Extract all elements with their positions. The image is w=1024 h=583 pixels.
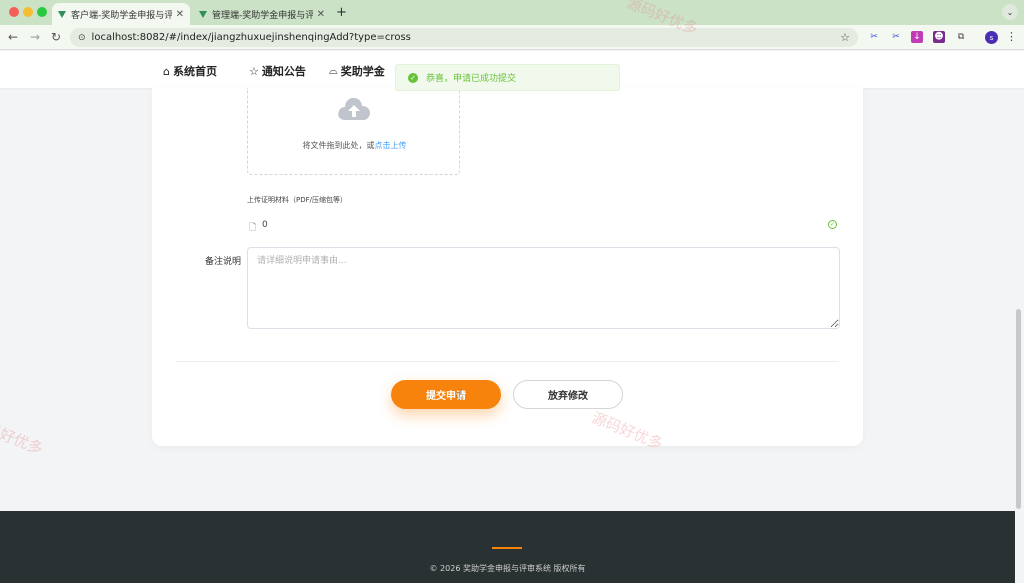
back-arrow-icon[interactable]: ← <box>8 30 18 44</box>
home-icon: ⌂ <box>163 64 170 78</box>
watermark: 源码好优多 <box>0 413 46 459</box>
close-tab-icon[interactable]: ✕ <box>317 9 325 20</box>
remark-textarea[interactable] <box>247 247 840 329</box>
extensions-puzzle-icon[interactable]: ⧉ <box>955 31 967 43</box>
footer-accent-line <box>492 547 522 549</box>
bag-icon: ⌓ <box>329 64 338 77</box>
toast-message: 恭喜，申请已成功提交 <box>426 74 517 84</box>
browser-tab-client[interactable]: 客户端-奖助学金申报与评审系统 ✕ <box>52 3 190 25</box>
nav-item-scholarship[interactable]: ⌓ 奖助学金 <box>329 63 385 79</box>
maximize-window-button[interactable] <box>37 7 47 17</box>
browser-tab-bar: 客户端-奖助学金申报与评审系统 ✕ 管理端-奖助学金申报与评审系统 ✕ + ⌄ <box>0 0 1024 25</box>
hand-cursor-icon: ☝ <box>456 387 464 401</box>
click-upload-link[interactable]: 点击上传 <box>375 141 407 150</box>
close-window-button[interactable] <box>9 7 19 17</box>
reload-icon[interactable]: ↻ <box>51 30 61 44</box>
bookmark-star-icon[interactable]: ☆ <box>840 31 850 44</box>
extension-cut-icon[interactable]: ✂ <box>890 31 902 43</box>
page-scrollbar[interactable] <box>1016 309 1021 509</box>
divider <box>176 361 839 362</box>
copyright-text: © 2026 奖助学金申报与评审系统 版权所有 <box>429 564 586 573</box>
profile-avatar[interactable]: s <box>985 31 998 44</box>
extension-scissors-icon[interactable]: ✂ <box>868 31 880 43</box>
cancel-button[interactable]: 放弃修改 <box>513 380 623 409</box>
vue-logo-icon <box>199 10 207 18</box>
browser-toolbar: ← → ↻ ⊙ localhost:8082/#/index/jiangzhux… <box>0 25 1024 50</box>
url-text[interactable]: localhost:8082/#/index/jiangzhuxuejinshe… <box>92 32 841 43</box>
upload-success-icon: ✓ <box>828 220 837 229</box>
success-check-icon: ✓ <box>408 72 418 83</box>
uploaded-file-item[interactable]: 🗋 0 ✓ <box>247 219 839 233</box>
tab-search-chevron-icon[interactable]: ⌄ <box>1002 4 1018 20</box>
new-tab-button[interactable]: + <box>336 5 347 20</box>
browser-menu-icon[interactable]: ⋮ <box>1006 30 1017 43</box>
minimize-window-button[interactable] <box>23 7 33 17</box>
extension-avatar-icon[interactable]: ☻ <box>933 31 945 43</box>
file-name[interactable]: 0 <box>262 220 268 230</box>
nav-item-home[interactable]: ⌂ 系统首页 <box>163 63 217 79</box>
nav-item-notices[interactable]: ☆ 通知公告 <box>249 63 306 79</box>
extension-download-icon[interactable]: ↓ <box>911 31 923 43</box>
browser-tab-admin[interactable]: 管理端-奖助学金申报与评审系统 ✕ <box>193 3 331 25</box>
submit-button[interactable]: 提交申请 <box>391 380 501 409</box>
document-icon: 🗋 <box>249 223 257 233</box>
upload-dropzone[interactable]: 将文件拖到此处，或点击上传 <box>247 88 460 175</box>
star-icon: ☆ <box>249 64 259 78</box>
remark-label: 备注说明 <box>205 257 242 267</box>
address-bar[interactable]: ⊙ localhost:8082/#/index/jiangzhuxuejins… <box>70 28 858 47</box>
forward-arrow-icon[interactable]: → <box>30 30 40 44</box>
vue-logo-icon <box>58 10 66 18</box>
upload-tip: 上传证明材料（PDF/压缩包等） <box>247 196 347 204</box>
upload-hint: 将文件拖到此处，或点击上传 <box>302 141 407 150</box>
cloud-upload-icon <box>338 97 370 120</box>
close-tab-icon[interactable]: ✕ <box>176 9 184 20</box>
success-toast: ✓ 恭喜，申请已成功提交 <box>395 64 620 91</box>
site-info-icon[interactable]: ⊙ <box>78 33 86 43</box>
site-footer: © 2026 奖助学金申报与评审系统 版权所有 <box>0 511 1015 583</box>
